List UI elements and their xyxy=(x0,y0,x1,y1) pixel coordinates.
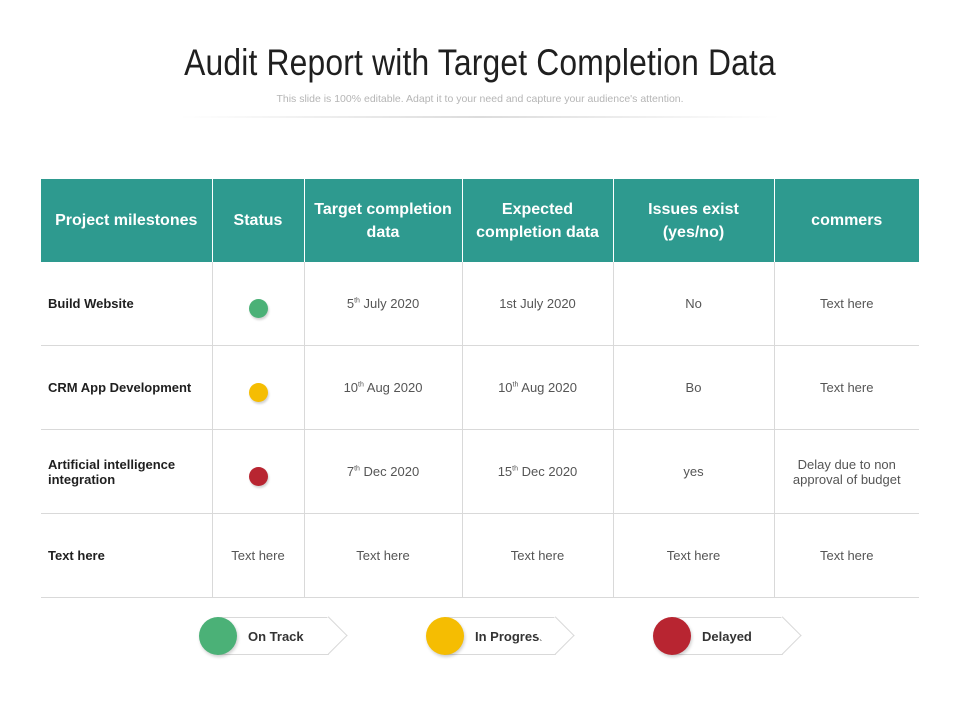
milestone-cell: Artificial intelligence integration xyxy=(41,429,212,514)
milestone-cell: CRM App Development xyxy=(41,345,212,430)
legend-in-progress: In Progress xyxy=(426,616,575,655)
on-track-status-dot xyxy=(248,299,268,318)
table-row: Build Website 5th July 2020 1st July 202… xyxy=(41,262,919,346)
column-header-status: Status xyxy=(211,179,304,262)
audit-table: Project milestones Status Target complet… xyxy=(41,179,919,598)
expected-month-year: Aug 2020 xyxy=(518,380,577,395)
milestone-cell: Build Website xyxy=(41,262,212,346)
target-date-cell: 7th Dec 2020 xyxy=(303,429,462,514)
column-header-issues: Issues exist (yes/no) xyxy=(612,179,774,262)
expected-month-year: Dec 2020 xyxy=(518,464,578,479)
column-header-milestones: Project milestones xyxy=(41,179,212,262)
column-header-comments: commers xyxy=(773,179,919,262)
title-divider xyxy=(180,116,780,118)
delayed-status-dot xyxy=(248,467,268,486)
in-progress-legend-dot xyxy=(426,617,464,655)
target-day: 7 xyxy=(346,464,355,479)
status-cell xyxy=(211,429,304,514)
legend-delayed: Delayed xyxy=(653,616,802,655)
status-cell: Text here xyxy=(211,513,304,598)
table-row: Text here Text here Text here Text here … xyxy=(41,513,919,598)
column-header-expected: Expected completion data xyxy=(461,179,613,262)
issues-cell: Text here xyxy=(612,513,774,598)
in-progress-status-dot xyxy=(248,383,268,402)
issues-cell: No xyxy=(612,262,774,346)
expected-date-cell: Text here xyxy=(461,513,613,598)
target-month-year: July 2020 xyxy=(359,296,420,311)
target-date-cell: Text here xyxy=(303,513,462,598)
column-header-target: Target completion data xyxy=(303,179,462,262)
expected-day: 15 xyxy=(497,464,513,479)
table-row: Artificial intelligence integration 7th … xyxy=(41,429,919,514)
comments-cell: Text here xyxy=(773,262,919,346)
on-track-legend-dot xyxy=(199,617,237,655)
table-row: CRM App Development 10th Aug 2020 10th A… xyxy=(41,345,919,430)
target-day: 10 xyxy=(343,380,359,395)
page-subtitle: This slide is 100% editable. Adapt it to… xyxy=(276,93,684,105)
issues-cell: Bo xyxy=(612,345,774,430)
status-cell xyxy=(211,262,304,346)
status-cell xyxy=(211,345,304,430)
target-date-cell: 10th Aug 2020 xyxy=(303,345,462,430)
legend-on-track: On Track xyxy=(199,616,348,655)
target-month-year: Dec 2020 xyxy=(359,464,420,479)
target-month-year: Aug 2020 xyxy=(363,380,423,395)
expected-day: 10 xyxy=(498,380,513,395)
comments-cell: Text here xyxy=(773,345,919,430)
expected-date-cell: 1st July 2020 xyxy=(461,262,613,346)
page-title: Audit Report with Target Completion Data xyxy=(184,42,776,83)
milestone-cell: Text here xyxy=(41,513,212,598)
expected-date-cell: 15th Dec 2020 xyxy=(461,429,613,514)
comments-cell: Text here xyxy=(773,513,919,598)
target-date-cell: 5th July 2020 xyxy=(303,262,462,346)
comments-cell: Delay due to non approval of budget xyxy=(773,429,919,514)
expected-date-cell: 10th Aug 2020 xyxy=(461,345,613,430)
delayed-legend-dot xyxy=(653,617,691,655)
table-header-row: Project milestones Status Target complet… xyxy=(41,179,919,262)
target-day: 5 xyxy=(346,296,355,311)
issues-cell: yes xyxy=(612,429,774,514)
